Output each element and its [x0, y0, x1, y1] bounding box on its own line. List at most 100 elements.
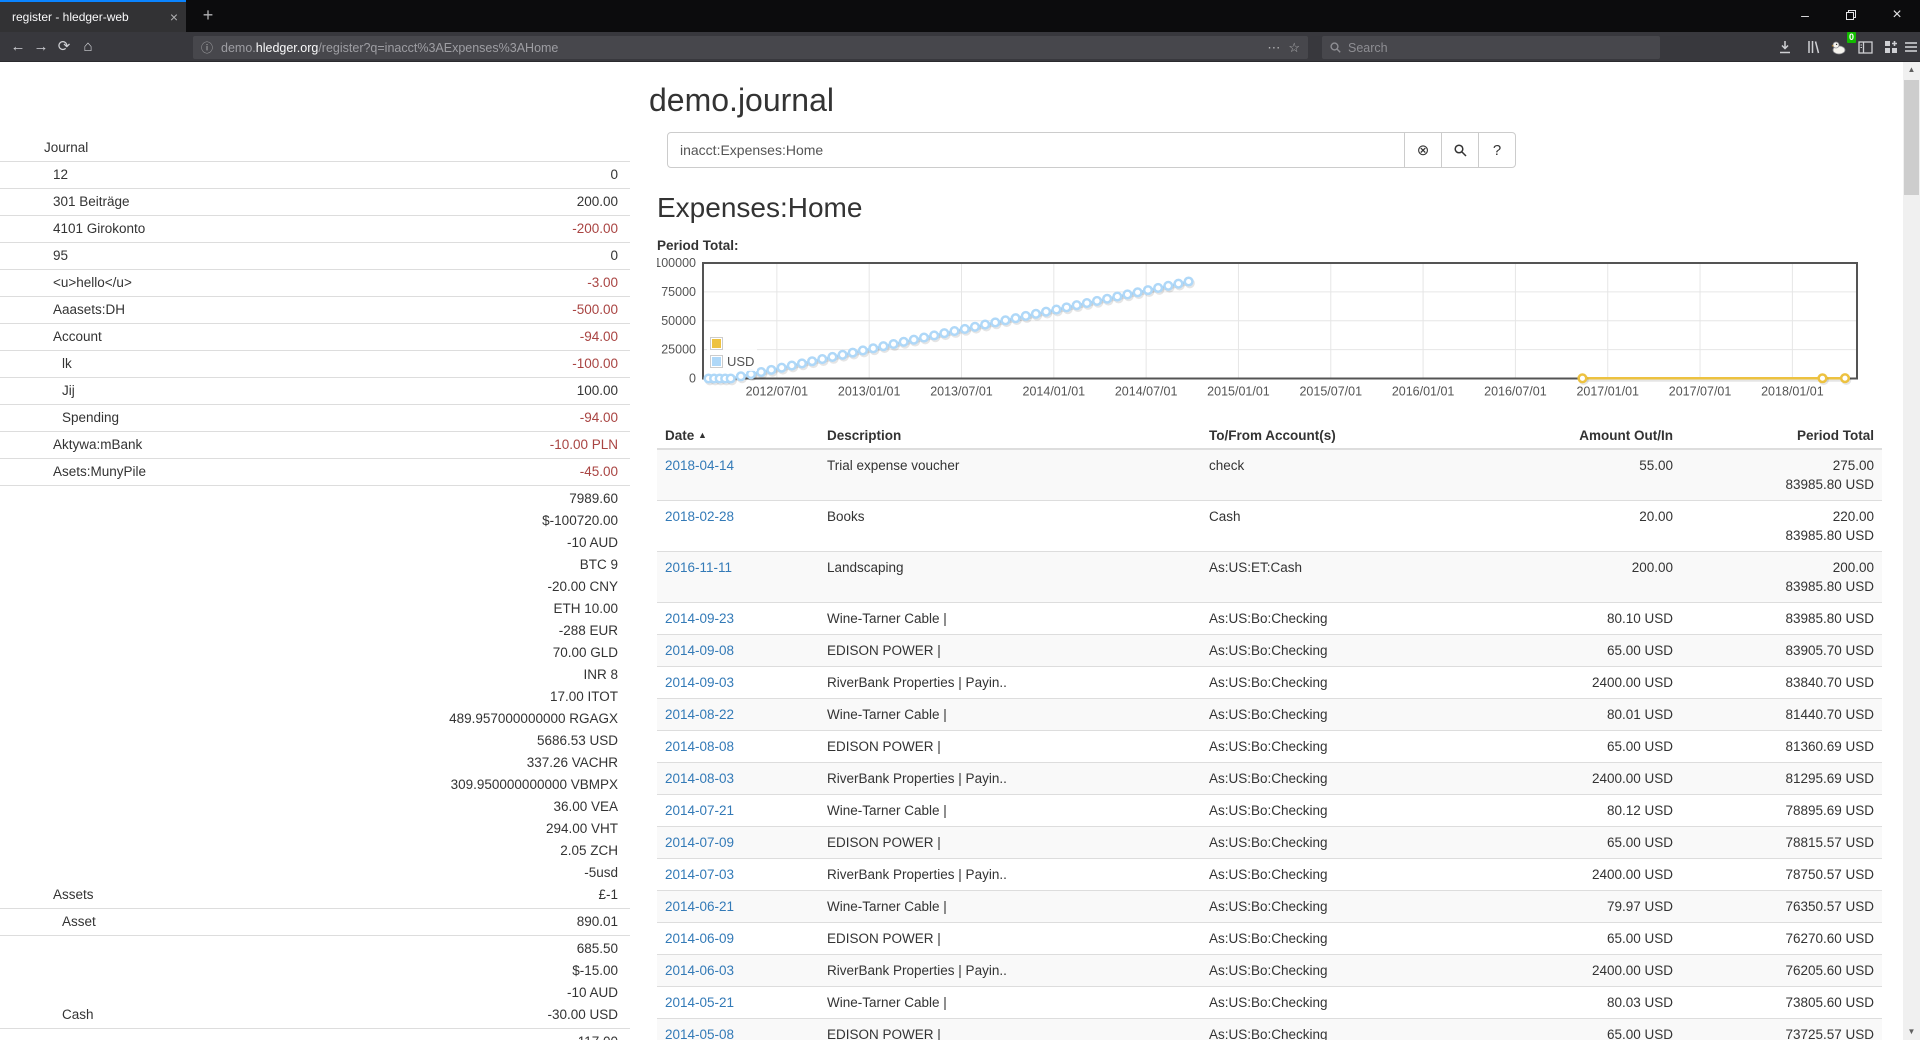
- account-link[interactable]: <u>hello</u>: [53, 275, 132, 290]
- transaction-date-link[interactable]: 2014-07-09: [665, 835, 734, 850]
- transaction-date-link[interactable]: 2014-05-08: [665, 1027, 734, 1040]
- window-restore-button[interactable]: [1828, 0, 1874, 32]
- transaction-amount: 65.00 USD: [1476, 923, 1681, 955]
- account-link[interactable]: 301 Beiträge: [53, 194, 130, 209]
- account-link[interactable]: Asets:MunyPile: [53, 464, 146, 479]
- window-close-button[interactable]: ×: [1874, 0, 1920, 32]
- back-button[interactable]: ←: [6, 35, 30, 59]
- account-link[interactable]: Asset: [62, 914, 96, 929]
- account-balance: [281, 135, 630, 162]
- scroll-up-button[interactable]: ▲: [1903, 62, 1920, 78]
- transaction-accounts: As:US:Bo:Checking: [1201, 635, 1476, 667]
- transaction-date-link[interactable]: 2018-04-14: [665, 458, 734, 473]
- browser-tab-bar: register - hledger-web × + – ×: [0, 0, 1920, 32]
- account-link[interactable]: Journal: [44, 140, 88, 155]
- transaction-description: Books: [819, 501, 1201, 552]
- col-date[interactable]: Date ▲: [657, 423, 819, 449]
- transaction-accounts: As:US:Bo:Checking: [1201, 795, 1476, 827]
- account-link[interactable]: 95: [53, 248, 68, 263]
- library-button[interactable]: [1800, 35, 1826, 59]
- help-button[interactable]: ?: [1478, 132, 1516, 168]
- search-placeholder: Search: [1348, 41, 1388, 55]
- home-button[interactable]: ⌂: [76, 35, 100, 59]
- transaction-amount: 65.00 USD: [1476, 827, 1681, 859]
- balance-amount: 200.00: [281, 191, 618, 213]
- transaction-period-total: 78815.57 USD: [1681, 827, 1882, 859]
- transaction-accounts: As:US:Bo:Checking: [1201, 859, 1476, 891]
- sidebar-account-row: Asset 890.01: [0, 909, 630, 936]
- transaction-date-link[interactable]: 2014-08-22: [665, 707, 734, 722]
- transaction-date-link[interactable]: 2014-06-03: [665, 963, 734, 978]
- url-bar[interactable]: ⓘ demo.hledger.org/register?q=inacct%3AE…: [193, 36, 1308, 59]
- sidebar-account-row: 301 Beiträge 200.00: [0, 189, 630, 216]
- transaction-date-link[interactable]: 2014-09-08: [665, 643, 734, 658]
- account-link[interactable]: Assets: [53, 887, 94, 902]
- scrollbar-thumb[interactable]: [1904, 80, 1919, 195]
- balance-amount: 0: [281, 245, 618, 267]
- sidebar-account-row: 4101 Girokonto -200.00: [0, 216, 630, 243]
- forward-button[interactable]: →: [29, 35, 53, 59]
- search-submit-button[interactable]: [1441, 132, 1479, 168]
- transaction-date-link[interactable]: 2014-06-09: [665, 931, 734, 946]
- url-domain: hledger.org: [256, 41, 319, 55]
- extension-duck-button[interactable]: 0: [1826, 35, 1852, 59]
- downloads-button[interactable]: [1772, 35, 1798, 59]
- legend-entry: USD: [710, 352, 754, 370]
- legend-swatch: [710, 355, 723, 368]
- transaction-amount: 200.00: [1476, 552, 1681, 603]
- scroll-down-button[interactable]: ▼: [1903, 1024, 1920, 1040]
- account-link[interactable]: Cash: [62, 1007, 94, 1022]
- new-tab-button[interactable]: +: [192, 0, 224, 32]
- period-total-line: 78815.57 USD: [1689, 833, 1874, 852]
- transaction-date-link[interactable]: 2014-08-03: [665, 771, 734, 786]
- transaction-date-link[interactable]: 2014-08-08: [665, 739, 734, 754]
- transaction-date-link[interactable]: 2014-09-23: [665, 611, 734, 626]
- register-row: 2014-05-08 EDISON POWER | As:US:Bo:Check…: [657, 1019, 1882, 1040]
- transaction-amount: 79.97 USD: [1476, 891, 1681, 923]
- clear-query-button[interactable]: ⊗: [1404, 132, 1442, 168]
- page-actions-icon[interactable]: ⋯: [1267, 40, 1280, 56]
- transaction-date-link[interactable]: 2014-09-03: [665, 675, 734, 690]
- transaction-period-total: 76205.60 USD: [1681, 955, 1882, 987]
- account-link[interactable]: 12: [53, 167, 68, 182]
- sidebar-account-row: Aaasets:DH -500.00: [0, 297, 630, 324]
- transaction-accounts: check: [1201, 449, 1476, 501]
- bookmark-star-icon[interactable]: ☆: [1288, 40, 1300, 56]
- account-link[interactable]: Account: [53, 329, 102, 344]
- browser-tab[interactable]: register - hledger-web ×: [0, 0, 186, 32]
- register-row: 2014-07-03 RiverBank Properties | Payin.…: [657, 859, 1882, 891]
- balance-amount: -3.00: [281, 272, 618, 294]
- account-link[interactable]: 4101 Girokonto: [53, 221, 145, 236]
- register-row: 2014-07-21 Wine-Tarner Cable | As:US:Bo:…: [657, 795, 1882, 827]
- download-icon: [1778, 40, 1792, 54]
- browser-search-bar[interactable]: Search: [1322, 36, 1660, 59]
- transaction-date-link[interactable]: 2014-05-21: [665, 995, 734, 1010]
- search-icon: [1330, 42, 1341, 53]
- transaction-date-link[interactable]: 2016-11-11: [665, 560, 732, 575]
- sidebar-toggle-button[interactable]: [1852, 35, 1878, 59]
- transaction-date-link[interactable]: 2014-07-03: [665, 867, 734, 882]
- account-link[interactable]: Spending: [62, 410, 119, 425]
- tab-close-icon[interactable]: ×: [170, 10, 178, 24]
- register-row: 2018-04-14 Trial expense voucher check 5…: [657, 449, 1882, 501]
- transaction-date-link[interactable]: 2014-06-21: [665, 899, 734, 914]
- browser-toolbar: ← → ⟳ ⌂ ⓘ demo.hledger.org/register?q=in…: [0, 32, 1920, 62]
- url-path: /register?q=inacct%3AExpenses%3AHome: [318, 41, 558, 55]
- window-minimize-button[interactable]: –: [1782, 0, 1828, 32]
- page-scrollbar[interactable]: ▲ ▼: [1903, 62, 1920, 1040]
- transaction-amount: 80.03 USD: [1476, 987, 1681, 1019]
- account-link[interactable]: lk: [62, 356, 72, 371]
- account-link[interactable]: Aktywa:mBank: [53, 437, 142, 452]
- period-total-line: 76205.60 USD: [1689, 961, 1874, 980]
- site-info-icon[interactable]: ⓘ: [201, 39, 213, 56]
- query-input[interactable]: [667, 132, 1405, 168]
- account-heading: Expenses:Home: [657, 192, 1882, 224]
- transaction-date-link[interactable]: 2018-02-28: [665, 509, 734, 524]
- y-axis-tick-label: 0: [689, 372, 696, 386]
- col-description: Description: [819, 423, 1201, 449]
- reload-button[interactable]: ⟳: [52, 35, 76, 59]
- transaction-date-link[interactable]: 2014-07-21: [665, 803, 734, 818]
- account-link[interactable]: Jij: [62, 383, 75, 398]
- account-link[interactable]: Aaasets:DH: [53, 302, 125, 317]
- menu-button[interactable]: [1898, 35, 1920, 59]
